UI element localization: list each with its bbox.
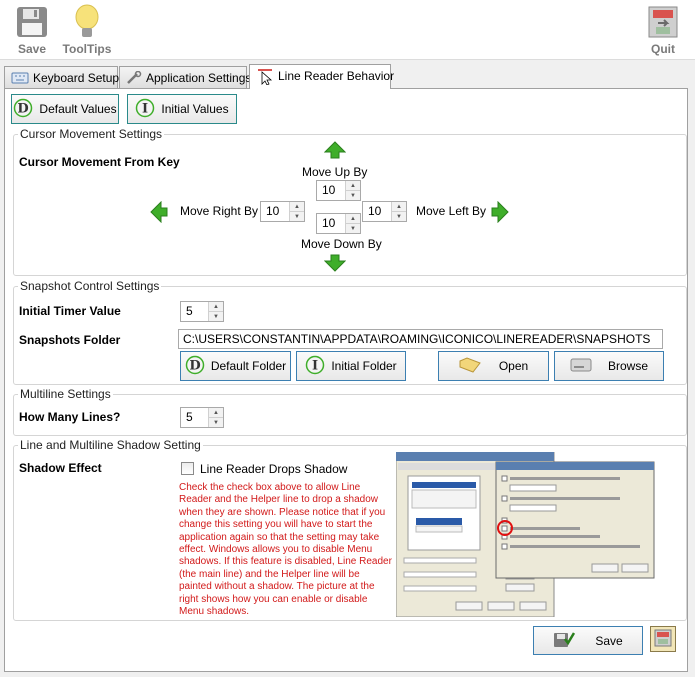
display-properties-screenshot bbox=[395, 451, 658, 618]
move-left-decrement[interactable]: ▼ bbox=[392, 211, 406, 221]
move-left-increment[interactable]: ▲ bbox=[392, 202, 406, 211]
initial-i-icon: I bbox=[305, 355, 325, 378]
toolbar: Save ToolTips Quit bbox=[0, 0, 695, 60]
initial-i-icon: I bbox=[135, 98, 155, 121]
shadow-effect-label: Shadow Effect bbox=[19, 461, 102, 475]
tab-keyboard-setup-label: Keyboard Setup bbox=[33, 71, 120, 85]
exit-button[interactable] bbox=[650, 626, 676, 652]
tab-application-settings-label: Application Settings bbox=[146, 71, 252, 85]
open-label: Open bbox=[498, 359, 529, 373]
tab-line-reader-behavior-label: Line Reader Behavior bbox=[278, 69, 395, 83]
how-many-lines-label: How Many Lines? bbox=[19, 410, 121, 424]
quit-toolbar-label: Quit bbox=[651, 42, 675, 56]
shadow-setting-group-title: Line and Multiline Shadow Setting bbox=[18, 438, 203, 452]
snapshots-folder-input[interactable]: C:\USERS\CONSTANTIN\APPDATA\ROAMING\ICON… bbox=[178, 329, 663, 349]
exit-door-icon bbox=[644, 2, 682, 42]
move-right-value[interactable]: 10 bbox=[261, 202, 289, 221]
save-toolbar-label: Save bbox=[17, 42, 47, 56]
how-many-lines-increment[interactable]: ▲ bbox=[209, 408, 223, 417]
multiline-group: Multiline Settings How Many Lines? 5 ▲ ▼ bbox=[13, 387, 687, 436]
cursor-line-icon bbox=[256, 69, 274, 88]
shadow-checkbox[interactable] bbox=[181, 462, 194, 475]
floppy-disk-icon bbox=[10, 2, 54, 42]
move-left-label: Move Left By bbox=[416, 204, 487, 218]
save-button[interactable]: Save bbox=[533, 626, 643, 655]
initial-timer-label: Initial Timer Value bbox=[19, 304, 121, 318]
tab-line-reader-behavior[interactable]: Line Reader Behavior bbox=[249, 64, 395, 89]
tooltips-toolbar-label: ToolTips bbox=[62, 42, 112, 56]
exit-door-icon bbox=[653, 628, 673, 651]
default-folder-button[interactable]: D Default Folder bbox=[180, 351, 291, 381]
tools-icon bbox=[126, 70, 142, 88]
browse-label: Browse bbox=[607, 359, 648, 373]
browse-button[interactable]: Browse bbox=[554, 351, 664, 381]
quit-toolbar-button[interactable]: Quit bbox=[644, 2, 682, 56]
arrow-right-icon bbox=[491, 200, 509, 226]
move-up-increment[interactable]: ▲ bbox=[346, 181, 360, 190]
initial-timer-value[interactable]: 5 bbox=[181, 302, 208, 321]
arrow-down-icon bbox=[323, 254, 347, 275]
cursor-movement-group: Cursor Movement Settings Cursor Movement… bbox=[13, 127, 687, 276]
snapshot-control-group-title: Snapshot Control Settings bbox=[18, 279, 162, 293]
svg-text:I: I bbox=[142, 101, 148, 116]
tab-application-settings[interactable]: Application Settings bbox=[119, 66, 251, 88]
arrow-up-icon bbox=[323, 141, 347, 162]
move-left-spinner[interactable]: 10 ▲ ▼ bbox=[362, 201, 407, 222]
default-folder-label: Default Folder bbox=[210, 359, 287, 373]
save-check-icon bbox=[553, 630, 576, 651]
initial-timer-decrement[interactable]: ▼ bbox=[209, 311, 223, 321]
how-many-lines-spinner[interactable]: 5 ▲ ▼ bbox=[180, 407, 224, 428]
move-down-label: Move Down By bbox=[301, 237, 382, 251]
snapshots-folder-label: Snapshots Folder bbox=[19, 333, 121, 347]
default-d-icon: D bbox=[185, 355, 205, 378]
save-label: Save bbox=[595, 633, 623, 648]
move-right-decrement[interactable]: ▼ bbox=[290, 211, 304, 221]
browse-drive-icon bbox=[570, 357, 592, 376]
default-values-button[interactable]: D Default Values bbox=[11, 94, 119, 124]
tab-keyboard-setup[interactable]: Keyboard Setup bbox=[4, 66, 120, 88]
svg-text:I: I bbox=[312, 358, 318, 373]
initial-folder-button[interactable]: I Initial Folder bbox=[296, 351, 406, 381]
multiline-group-title: Multiline Settings bbox=[18, 387, 113, 401]
move-down-spinner[interactable]: 10 ▲ ▼ bbox=[316, 213, 361, 234]
open-button[interactable]: Open bbox=[438, 351, 549, 381]
initial-values-label: Initial Values bbox=[161, 102, 229, 116]
arrow-left-icon bbox=[150, 200, 168, 226]
shadow-note: Check the check box above to allow Line … bbox=[179, 482, 392, 618]
keyboard-icon bbox=[11, 71, 29, 88]
initial-timer-increment[interactable]: ▲ bbox=[209, 302, 223, 311]
save-toolbar-button[interactable]: Save bbox=[10, 2, 54, 56]
move-up-spinner[interactable]: 10 ▲ ▼ bbox=[316, 180, 361, 201]
open-folder-icon bbox=[459, 356, 481, 376]
default-d-icon: D bbox=[13, 98, 33, 121]
tooltips-toolbar-button[interactable]: ToolTips bbox=[60, 2, 114, 56]
move-up-value[interactable]: 10 bbox=[317, 181, 345, 200]
how-many-lines-decrement[interactable]: ▼ bbox=[209, 417, 223, 427]
move-right-label: Move Right By bbox=[180, 204, 259, 218]
move-up-label: Move Up By bbox=[302, 165, 368, 179]
shadow-checkbox-label[interactable]: Line Reader Drops Shadow bbox=[200, 462, 347, 476]
move-right-increment[interactable]: ▲ bbox=[290, 202, 304, 211]
cursor-movement-heading: Cursor Movement From Key bbox=[19, 155, 180, 169]
svg-text:D: D bbox=[189, 358, 200, 373]
move-up-decrement[interactable]: ▼ bbox=[346, 190, 360, 200]
initial-timer-spinner[interactable]: 5 ▲ ▼ bbox=[180, 301, 224, 322]
move-right-spinner[interactable]: 10 ▲ ▼ bbox=[260, 201, 305, 222]
svg-text:D: D bbox=[18, 101, 29, 116]
move-down-increment[interactable]: ▲ bbox=[346, 214, 360, 223]
how-many-lines-value[interactable]: 5 bbox=[181, 408, 208, 427]
snapshot-control-group: Snapshot Control Settings Initial Timer … bbox=[13, 279, 687, 385]
move-down-value[interactable]: 10 bbox=[317, 214, 345, 233]
shadow-setting-group: Line and Multiline Shadow Setting Shadow… bbox=[13, 438, 687, 621]
initial-folder-label: Initial Folder bbox=[331, 359, 397, 373]
initial-values-button[interactable]: I Initial Values bbox=[127, 94, 237, 124]
default-values-label: Default Values bbox=[39, 102, 117, 116]
tab-panel: D Default Values I Initial Values Cursor… bbox=[4, 88, 688, 672]
lightbulb-icon bbox=[60, 2, 114, 42]
move-left-value[interactable]: 10 bbox=[363, 202, 391, 221]
move-down-decrement[interactable]: ▼ bbox=[346, 223, 360, 233]
cursor-movement-group-title: Cursor Movement Settings bbox=[18, 127, 165, 141]
